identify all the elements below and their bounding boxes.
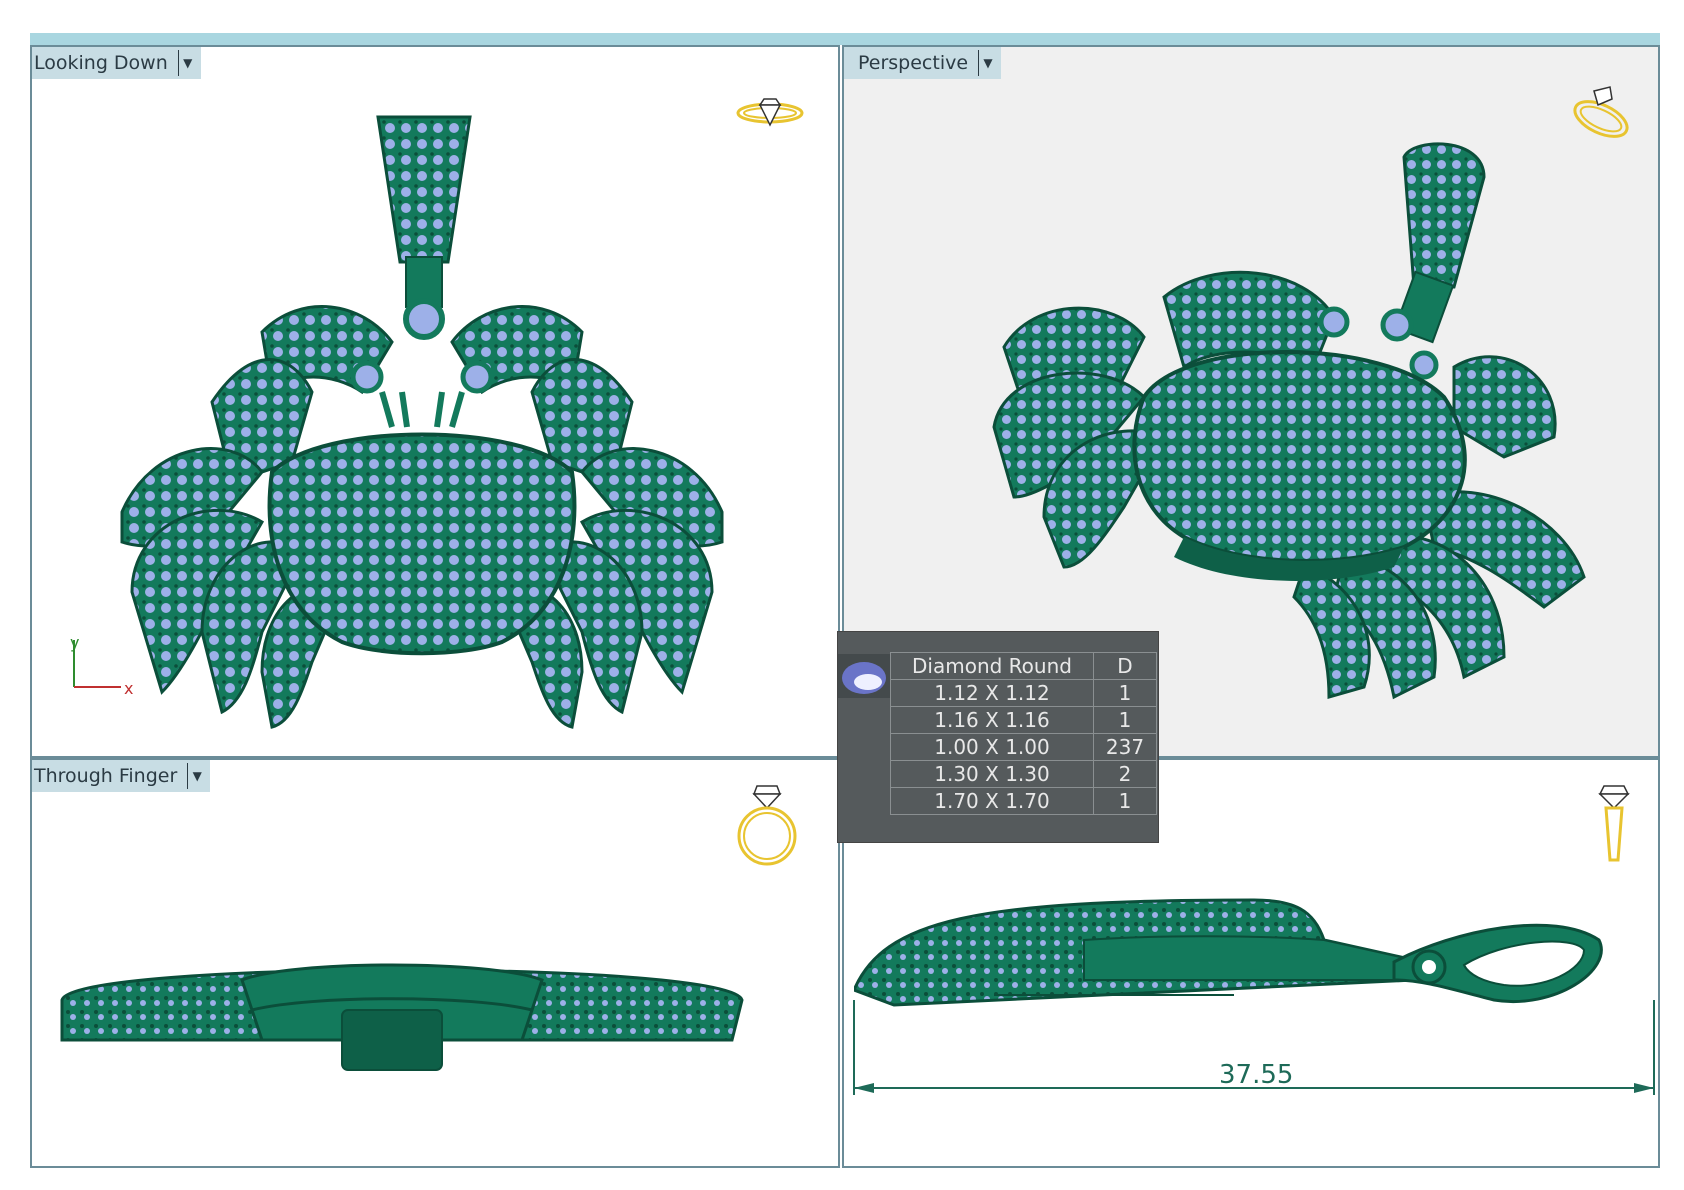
axis-y-label: y	[70, 633, 79, 652]
table-row[interactable]: 1.16 X 1.16 1	[890, 706, 1157, 734]
table-row[interactable]: 1.30 X 1.30 2	[890, 760, 1157, 788]
axis-indicator: y x	[70, 633, 133, 698]
stone-count: 1	[1093, 679, 1157, 707]
stone-count-header: D	[1093, 652, 1157, 680]
stone-count: 237	[1093, 733, 1157, 761]
stone-report-panel: Diamond Round D 1.12 X 1.12 1 1.16 X 1.1…	[838, 632, 1158, 842]
stone-type-header: Diamond Round	[890, 652, 1094, 680]
viewport-title: Perspective	[858, 52, 969, 74]
stone-count: 1	[1093, 706, 1157, 734]
stone-size: 1.70 X 1.70	[890, 787, 1094, 815]
viewport-through-finger[interactable]: Through Finger ▼	[30, 758, 840, 1168]
viewport-tab-looking-down[interactable]: Looking Down ▼	[32, 47, 201, 79]
ring-front-view-icon[interactable]	[732, 780, 802, 870]
viewport-tab-perspective[interactable]: Perspective ▼	[844, 47, 1002, 79]
stone-count: 2	[1093, 760, 1157, 788]
viewport-top-strip	[30, 33, 1660, 45]
stone-size: 1.00 X 1.00	[890, 733, 1094, 761]
stone-size: 1.16 X 1.16	[890, 706, 1094, 734]
stone-size: 1.12 X 1.12	[890, 679, 1094, 707]
viewport-tab-through-finger[interactable]: Through Finger ▼	[32, 760, 211, 792]
dropdown-arrow-icon[interactable]: ▼	[187, 763, 206, 789]
dropdown-arrow-icon[interactable]: ▼	[177, 50, 197, 76]
viewport-looking-down[interactable]: Looking Down ▼ y x	[30, 45, 840, 758]
viewport-title: Looking Down	[34, 52, 168, 74]
stone-size: 1.30 X 1.30	[890, 760, 1094, 788]
axis-x-label: x	[124, 679, 133, 698]
table-row[interactable]: 1.00 X 1.00 237	[890, 733, 1157, 761]
stone-count: 1	[1093, 787, 1157, 815]
ring-perspective-icon[interactable]	[1566, 81, 1636, 145]
ring-top-view-icon[interactable]	[734, 91, 806, 135]
stone-table: Diamond Round D 1.12 X 1.12 1 1.16 X 1.1…	[890, 652, 1157, 815]
table-row[interactable]: 1.70 X 1.70 1	[890, 787, 1157, 815]
crab-pendant-front-view	[60, 963, 744, 1071]
stone-table-header: Diamond Round D	[890, 652, 1157, 680]
viewport-title: Through Finger	[34, 765, 178, 787]
table-row[interactable]: 1.12 X 1.12 1	[890, 679, 1157, 707]
ring-side-view-icon[interactable]	[1594, 780, 1634, 870]
crab-pendant-top-view	[120, 115, 724, 729]
dimension-value: 37.55	[1219, 1060, 1294, 1090]
round-diamond-icon	[838, 654, 890, 698]
dropdown-arrow-icon[interactable]: ▼	[978, 50, 997, 76]
